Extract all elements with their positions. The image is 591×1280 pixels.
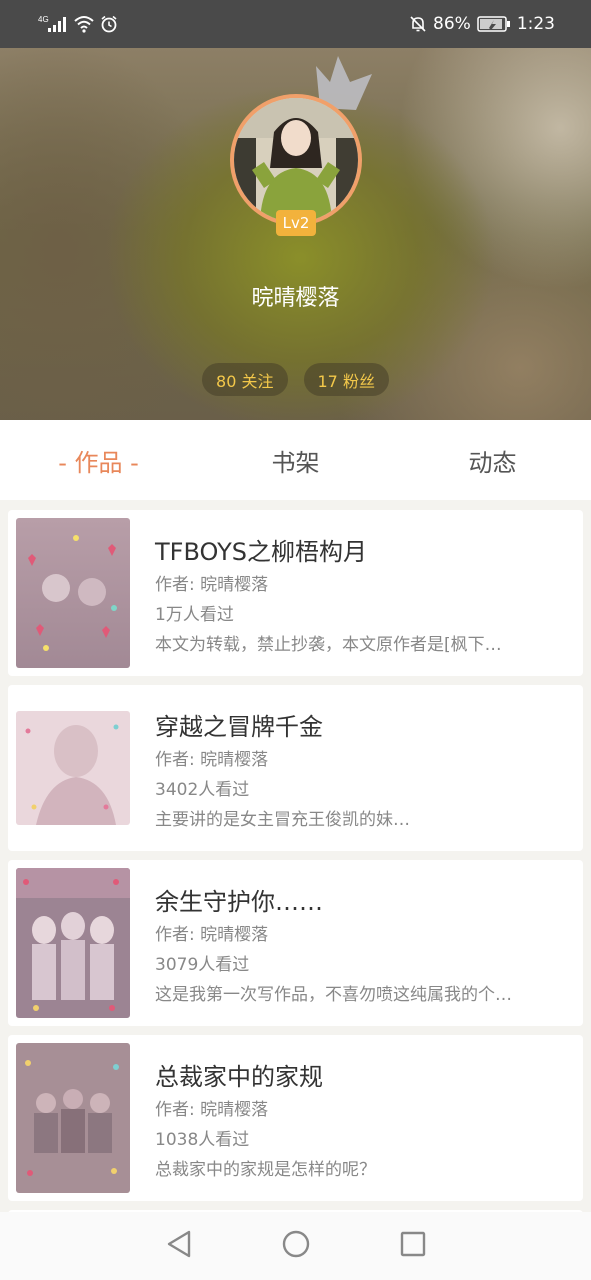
level-badge: Lv2 <box>276 210 316 236</box>
work-description: 主要讲的是女主冒充王俊凯的妹… <box>155 810 410 830</box>
work-author: 作者: 晥晴樱落 <box>155 925 269 945</box>
stats-row: 80 关注 17 粉丝 <box>0 363 591 396</box>
tab-bookshelf[interactable]: 书架 <box>197 443 394 478</box>
mute-bell-icon <box>409 15 427 33</box>
followers-count[interactable]: 17 粉丝 <box>303 363 389 396</box>
work-author: 作者: 晥晴樱落 <box>155 750 269 770</box>
work-author: 作者: 晥晴樱落 <box>155 575 269 595</box>
work-views: 3079人看过 <box>155 955 250 975</box>
following-count[interactable]: 80 关注 <box>202 363 288 396</box>
book-cover[interactable] <box>16 868 130 1018</box>
back-icon[interactable] <box>165 1229 193 1263</box>
book-cover[interactable] <box>16 711 130 825</box>
work-title: 余生守护你…… <box>155 888 323 916</box>
work-author: 作者: 晥晴樱落 <box>155 1100 269 1120</box>
svg-text:4G: 4G <box>38 15 49 24</box>
work-description: 这是我第一次写作品，不喜勿喷这纯属我的个… <box>155 985 512 1005</box>
tab-bar: - 作品 - 书架 动态 <box>0 420 591 500</box>
alarm-icon <box>100 15 118 33</box>
work-title: 总裁家中的家规 <box>155 1063 323 1091</box>
list-item[interactable]: 余生守护你…… 作者: 晥晴樱落 3079人看过 这是我第一次写作品，不喜勿喷这… <box>8 860 583 1026</box>
tab-works[interactable]: - 作品 - <box>0 443 197 478</box>
tab-activity[interactable]: 动态 <box>394 443 591 478</box>
list-item[interactable]: 穿越之冒牌千金 作者: 晥晴樱落 3402人看过 主要讲的是女主冒充王俊凯的妹… <box>8 685 583 851</box>
cellular-signal-icon: 4G <box>38 14 68 34</box>
battery-icon <box>477 15 511 33</box>
avatar[interactable] <box>230 94 362 226</box>
system-navigation-bar <box>0 1212 591 1280</box>
list-item[interactable]: 总裁家中的家规 作者: 晥晴樱落 1038人看过 总裁家中的家规是怎样的呢？ <box>8 1035 583 1201</box>
status-bar: 4G 86% 1:23 <box>0 0 591 48</box>
work-description: 本文为转载，禁止抄袭，本文原作者是[枫下… <box>155 635 502 655</box>
username: 晥晴樱落 <box>251 286 340 311</box>
profile-header: Lv2 晥晴樱落 80 关注 17 粉丝 <box>0 48 591 420</box>
recent-apps-icon[interactable] <box>399 1230 427 1262</box>
battery-percent: 86% <box>433 14 471 34</box>
list-item[interactable]: TFBOYS之柳梧构月 作者: 晥晴樱落 1万人看过 本文为转载，禁止抄袭，本文… <box>8 510 583 676</box>
work-views: 1038人看过 <box>155 1130 250 1150</box>
work-description: 总裁家中的家规是怎样的呢？ <box>155 1160 376 1180</box>
wifi-icon <box>74 15 94 33</box>
work-views: 3402人看过 <box>155 780 250 800</box>
work-views: 1万人看过 <box>155 605 234 625</box>
work-title: TFBOYS之柳梧构月 <box>155 538 367 566</box>
clock-time: 1:23 <box>516 14 555 34</box>
book-cover[interactable] <box>16 518 130 668</box>
book-cover[interactable] <box>16 1043 130 1193</box>
work-title: 穿越之冒牌千金 <box>155 713 323 741</box>
home-icon[interactable] <box>281 1229 311 1263</box>
